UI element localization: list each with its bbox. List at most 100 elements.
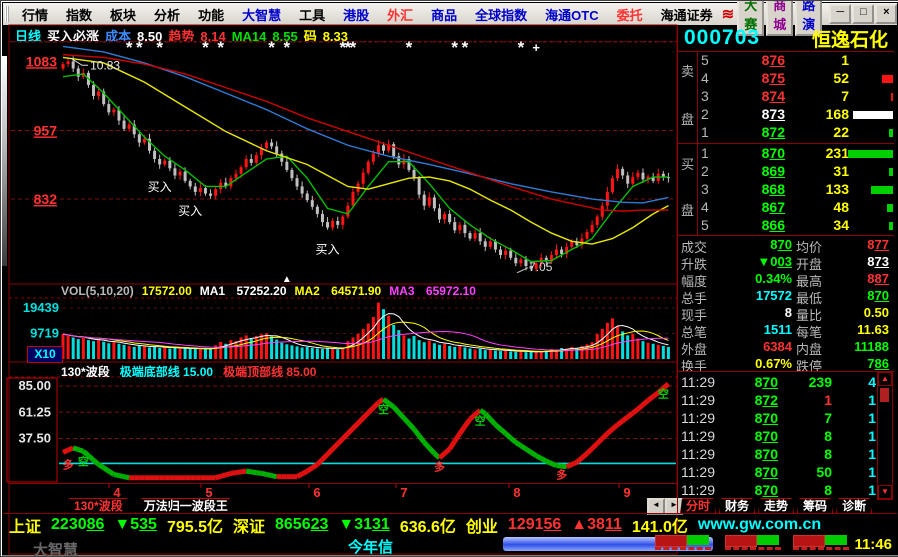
queue-depth-bar [853, 111, 893, 119]
svg-text:多: 多 [556, 467, 567, 481]
status-indicator-group [793, 535, 851, 551]
queue-volume: 52 [833, 70, 849, 86]
svg-text:买入: 买入 [178, 204, 202, 218]
queue-volume: 22 [833, 124, 849, 140]
status-item: 129156 [507, 515, 562, 533]
scroll-up-icon[interactable]: ▲ [878, 372, 892, 386]
status-item: 865623 [275, 515, 329, 533]
tick-price: 870 [754, 464, 778, 480]
red-block [793, 535, 825, 547]
status-indicator-group [725, 535, 783, 551]
queue-volume: 7 [841, 88, 849, 104]
volume-ma-label: MA1 [199, 284, 229, 298]
volume-multiplier-badge[interactable]: X10 [27, 346, 63, 363]
info-value: 786 [867, 356, 889, 371]
svg-text:832: 832 [34, 191, 58, 207]
dash-line [725, 547, 781, 550]
info-value: 0.34% [755, 271, 792, 286]
tick-scrollbar[interactable]: ▲ ▼ [877, 371, 893, 500]
buy-label-char2: 盘 [680, 203, 694, 218]
quote-tab-财务[interactable]: 财务 [719, 498, 756, 513]
info-row: 幅度 0.34% 最高 887 [678, 271, 894, 289]
svg-text:85.00: 85.00 [18, 378, 51, 393]
queue-index: 2 [701, 163, 709, 179]
svg-text:*: * [462, 38, 469, 57]
tick-count: 1 [868, 392, 876, 408]
svg-text:37.50: 37.50 [18, 431, 51, 446]
queue-price: 869 [761, 163, 785, 179]
marquee-text: 今年信 [348, 539, 394, 556]
queue-depth-bar [889, 129, 893, 137]
tick-price: 870 [754, 428, 778, 444]
svg-text:*: * [451, 38, 458, 57]
status-indicator-group [655, 535, 713, 551]
quote-tab-诊断[interactable]: 诊断 [836, 498, 873, 513]
queue-price: 873 [761, 106, 785, 122]
queue-index: 1 [701, 124, 709, 140]
tick-time: 11:29 [681, 428, 715, 444]
svg-text:+: + [532, 40, 540, 55]
stock-name[interactable]: 恒逸石化 [812, 25, 888, 52]
buy-label-char1: 买 [680, 157, 694, 172]
status-item: 141.0亿 [631, 518, 688, 536]
tick-time: 11:29 [681, 410, 715, 426]
queue-volume: 133 [825, 181, 849, 197]
volume-ma-value: 65972.10 [425, 284, 476, 298]
quote-tab-分时[interactable]: 分时 [680, 498, 717, 513]
svg-text:空: 空 [378, 402, 389, 416]
volume-indicator-title: VOL(5,10,20) [61, 284, 134, 298]
tick-count: 1 [868, 428, 876, 444]
scroll-down-icon[interactable]: ▼ [878, 485, 892, 499]
info-value: 11.63 [857, 322, 889, 337]
queue-index: 3 [701, 181, 709, 197]
stock-code[interactable]: 000703 [684, 26, 760, 50]
queue-price: 866 [761, 217, 785, 233]
tick-volume: 50 [816, 464, 832, 480]
info-value: 873 [867, 254, 889, 269]
svg-text:*: * [268, 38, 275, 57]
tick-row: 11:29 870 50 1 [678, 464, 878, 482]
quote-tab-筹码[interactable]: 筹码 [797, 498, 834, 513]
status-item: ▼3131 [338, 515, 390, 533]
svg-text:*: * [217, 38, 224, 57]
info-value: 870 [867, 288, 889, 303]
queue-price: 876 [761, 52, 785, 68]
queue-depth-bar [848, 150, 893, 158]
sell-row: 3 874 7 [697, 88, 894, 106]
oscillator-bottom-line-label: 极端底部线 15.00 [119, 365, 214, 377]
svg-text:*: * [518, 38, 525, 57]
queue-depth-bar [871, 186, 893, 194]
indicator-tab-130*波段[interactable]: 130*波段 [65, 498, 132, 514]
app-window: 行情 指数 板块 分析 功能 大智慧 工具 港股 外汇 商品 全球指数 海通OTC 委托 海通证券 ≋ 大… [0, 0, 898, 557]
tick-price: 870 [754, 374, 778, 390]
scroll-thumb[interactable] [880, 388, 889, 402]
info-value: 1511 [763, 322, 792, 337]
queue-price: 870 [761, 145, 785, 161]
buy-row: 4 867 48 [697, 199, 894, 217]
tick-count: 1 [868, 464, 876, 480]
buy-row: 5 866 34 [697, 217, 894, 235]
tick-list: 11:29 870 239 4 11:29 872 1 1 11:29 870 7 1 11:29 870… [678, 371, 894, 499]
quote-panel: 000703 恒逸石化 卖 盘 5 876 1 4 875 52 3 874 7 2 873 168 1… [677, 25, 894, 513]
tick-time: 11:29 [681, 392, 715, 408]
info-value: 6384 [763, 339, 792, 354]
red-block [725, 535, 757, 547]
info-row: 总手 17572 最低 870 [678, 288, 894, 306]
info-row: 现手 8 量比 0.50 [678, 305, 894, 323]
queue-volume: 48 [833, 199, 849, 215]
green-block [687, 535, 709, 545]
queue-index: 4 [701, 70, 709, 86]
queue-index: 5 [701, 217, 709, 233]
info-value: 0.50 [863, 305, 889, 320]
svg-text:*: * [126, 38, 133, 57]
tick-row: 11:29 870 239 4 [678, 374, 878, 392]
info-row: 升跌 ▼003 开盘 873 [678, 254, 894, 272]
queue-index: 3 [701, 88, 709, 104]
svg-text:买入: 买入 [316, 243, 340, 257]
svg-text:空: 空 [475, 413, 486, 427]
x-axis-label: 7 [400, 485, 408, 500]
volume-ma-label: MA2 [294, 284, 324, 298]
status-item: ▼535 [114, 515, 157, 533]
quote-tab-走势[interactable]: 走势 [758, 498, 795, 513]
queue-depth-bar [889, 222, 893, 230]
